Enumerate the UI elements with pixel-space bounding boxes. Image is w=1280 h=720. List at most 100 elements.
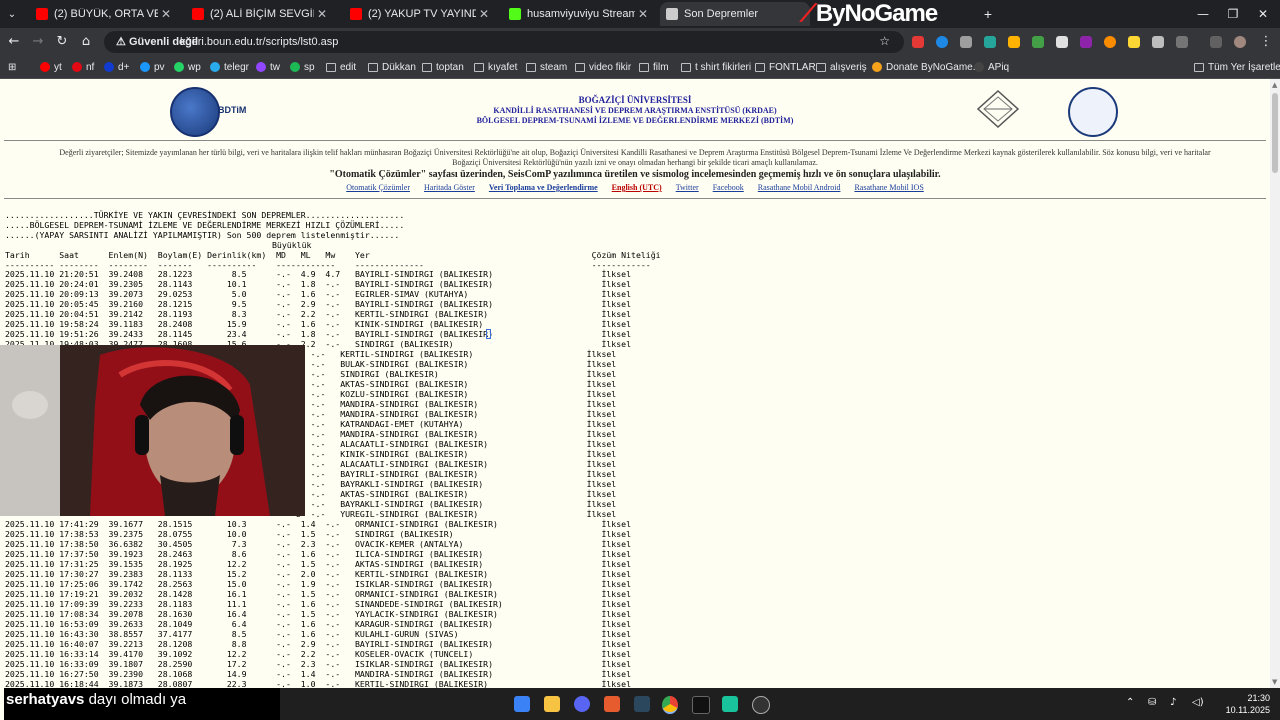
extension-icon[interactable] (1104, 36, 1116, 48)
close-window-icon[interactable]: ✕ (1252, 4, 1274, 24)
bookmark-alisveris[interactable]: alışveriş (816, 60, 867, 74)
folder-icon (1194, 62, 1204, 72)
all-bookmarks[interactable]: Tüm Yer İşaretleri (1194, 60, 1280, 74)
link-otomatik[interactable]: Otomatik Çözümler (346, 183, 410, 192)
page-icon (666, 8, 678, 20)
close-icon[interactable]: ✕ (635, 7, 651, 21)
clock[interactable]: 21:30 10.11.2025 (1226, 692, 1270, 716)
app-icon[interactable] (722, 696, 738, 712)
puzzle-icon[interactable] (1176, 36, 1188, 48)
minimize-icon[interactable]: — (1192, 4, 1214, 24)
link-ios[interactable]: Rasathane Mobil IOS (854, 183, 923, 192)
menu-icon[interactable]: ⋮ (1256, 32, 1276, 52)
tray-chevron-icon[interactable]: ⌃ (1126, 697, 1134, 708)
bookmark-tw[interactable]: tw (256, 60, 280, 74)
volume-icon[interactable]: ◁) (1192, 697, 1204, 708)
link-facebook[interactable]: Facebook (713, 183, 744, 192)
earthquake-row: 2025.11.10 16:33:09 39.1807 28.2590 17.2… (5, 659, 632, 669)
tab-5-active[interactable]: Son Depremler (660, 2, 810, 26)
apps-grid-icon[interactable]: ⊞ (8, 60, 16, 74)
folder-icon (422, 62, 432, 72)
bookmark-sp[interactable]: sp (290, 60, 315, 74)
extension-icon[interactable] (1152, 36, 1164, 48)
youtube-icon (350, 8, 362, 20)
link-english[interactable]: English (UTC) (612, 183, 662, 192)
link-harita[interactable]: Haritada Göster (424, 183, 475, 192)
extension-icon[interactable] (1080, 36, 1092, 48)
tab-search-button[interactable]: ⌄ (0, 2, 24, 26)
scroll-down-icon[interactable]: ▼ (1272, 678, 1277, 686)
tab-3[interactable]: (2) YAKUP TV YAYINDA EVİ KEB ✕ (344, 2, 498, 26)
bookmark-donate[interactable]: Donate ByNoGame... (872, 60, 981, 74)
extension-icon[interactable] (1032, 36, 1044, 48)
extension-icon[interactable] (1056, 36, 1068, 48)
link-veri[interactable]: Veri Toplama ve Değerlendirme (489, 183, 598, 192)
bookmark-dplus[interactable]: d+ (104, 60, 129, 74)
steam-icon[interactable] (634, 696, 650, 712)
links-divider (4, 198, 1266, 199)
earthquake-row: 2025.11.10 16:27:50 39.2390 28.1068 14.9… (5, 669, 632, 679)
chrome-icon[interactable] (662, 696, 678, 714)
bookmark-yt[interactable]: yt (40, 60, 62, 74)
tab-1[interactable]: (2) BÜYÜK, ORTA VEYA KÜÇÜK ✕ (30, 2, 180, 26)
link-twitter[interactable]: Twitter (676, 183, 699, 192)
scroll-up-icon[interactable]: ▲ (1272, 81, 1277, 89)
network-icon[interactable]: ⛁ (1148, 697, 1156, 708)
clock-date: 10.11.2025 (1225, 705, 1270, 715)
extension-icon[interactable] (960, 36, 972, 48)
bookmark-label: edit (340, 61, 357, 73)
close-icon[interactable]: ✕ (314, 7, 330, 21)
warning-icon: ⚠ (116, 36, 126, 48)
app-icon[interactable] (752, 696, 770, 714)
list-heading-2: .....BÖLGESEL DEPREM-TSUNAMİ İZLEME VE D… (5, 220, 405, 230)
bookmark-pv[interactable]: pv (140, 60, 165, 74)
media-icon[interactable] (1210, 36, 1222, 48)
extension-icon[interactable] (1128, 36, 1140, 48)
file-explorer-icon[interactable] (544, 696, 560, 712)
bookmark-film[interactable]: film (639, 60, 669, 74)
avatar[interactable] (1234, 36, 1246, 48)
chat-message: dayı olmadı ya (88, 691, 187, 708)
extension-icon[interactable] (1008, 36, 1020, 48)
bookmark-label: sp (304, 61, 315, 73)
bookmark-telegr[interactable]: telegr (210, 60, 249, 74)
bookmark-wp[interactable]: wp (174, 60, 201, 74)
bookmark-apiq[interactable]: APiq (974, 60, 1009, 74)
address-bar[interactable]: ⚠ Güvenli değil koeri.boun.edu.tr/script… (104, 31, 904, 53)
star-icon[interactable]: ☆ (879, 34, 890, 48)
home-icon[interactable]: ⌂ (76, 32, 96, 52)
forward-icon[interactable]: → (28, 32, 48, 52)
earthquake-row: 2025.11.10 20:04:51 39.2142 28.1193 8.3 … (5, 309, 632, 319)
url-text[interactable]: koeri.boun.edu.tr/scripts/lst0.asp (180, 35, 338, 49)
discord-icon[interactable] (574, 696, 590, 712)
microphone-icon[interactable]: ♪ (1170, 697, 1176, 708)
restore-icon[interactable]: ❐ (1222, 4, 1244, 24)
extension-icon[interactable] (984, 36, 996, 48)
header-divider (4, 140, 1266, 141)
close-icon[interactable]: ✕ (476, 7, 492, 21)
bookmark-tshirt[interactable]: t shirt fikirleri (681, 60, 751, 74)
bookmark-nf[interactable]: nf (72, 60, 94, 74)
bookmark-edit[interactable]: edit (326, 60, 356, 74)
tab-2[interactable]: (2) ALİ BİÇİM SEVGİLİSİNDEN A ✕ (186, 2, 336, 26)
bookmark-fontlar[interactable]: FONTLAR (755, 60, 816, 74)
extension-icon[interactable] (936, 36, 948, 48)
scroll-thumb[interactable] (1272, 93, 1278, 173)
bookmark-video-fikir[interactable]: video fikir (575, 60, 631, 74)
adblock-extension-icon[interactable] (912, 36, 924, 48)
scrollbar[interactable]: ▲ ▼ (1270, 79, 1280, 688)
bookmark-steam[interactable]: steam (526, 60, 567, 74)
link-android[interactable]: Rasathane Mobil Android (758, 183, 841, 192)
close-icon[interactable]: ✕ (158, 7, 174, 21)
bookmark-dukkan[interactable]: Dükkan (368, 60, 416, 74)
bookmark-toptan[interactable]: toptan (422, 60, 464, 74)
tab-4[interactable]: husamviyuviyu Stream - Watch ✕ (503, 2, 657, 26)
reload-icon[interactable]: ↻ (52, 32, 72, 52)
bookmark-label: kıyafet (488, 61, 518, 73)
start-icon[interactable] (514, 696, 530, 712)
bookmark-kiyafet[interactable]: kıyafet (474, 60, 517, 74)
back-icon[interactable]: ← (4, 32, 24, 52)
app-icon[interactable] (604, 696, 620, 712)
terminal-icon[interactable] (692, 696, 710, 714)
new-tab-button[interactable]: + (980, 2, 996, 26)
